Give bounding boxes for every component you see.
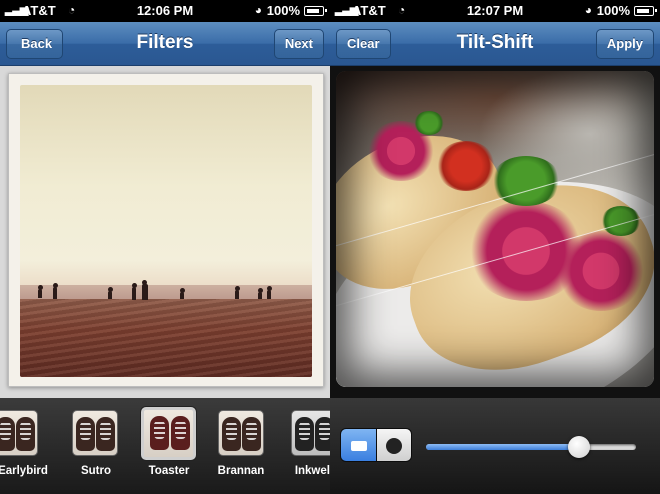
status-bar: ▂▃▅ AT&T ◔ 12:07 PM ◕ 100% (330, 0, 660, 22)
apply-button[interactable]: Apply (595, 29, 654, 59)
next-button[interactable]: Next (273, 29, 324, 59)
filter-thumb-brannan[interactable] (218, 410, 264, 456)
battery-percent: 100% (266, 3, 300, 18)
blur-slider[interactable] (426, 436, 636, 458)
filters-screen: ▂▃▅ AT&T ◔ 12:06 PM ◕ 100% Back Filters … (0, 0, 330, 494)
photo-person (37, 285, 43, 298)
filter-thumb-inkwell[interactable] (291, 410, 330, 456)
filter-thumb-sutro[interactable] (72, 410, 118, 456)
filter-thumb-toaster[interactable] (141, 407, 196, 460)
rotation-lock-icon: ◕ (254, 3, 262, 17)
tilt-mode-toggle[interactable] (340, 428, 412, 462)
nav-bar: Clear Tilt-Shift Apply (330, 22, 660, 66)
photo-person (179, 288, 185, 299)
filter-label: Brannan (217, 465, 265, 477)
photo-person (141, 280, 148, 300)
filter-thumb-earlybird[interactable] (0, 410, 38, 456)
filter-strip[interactable]: Earlybird Sutro Toaster Brannan Inkwell (0, 398, 330, 494)
photo-person (266, 286, 272, 299)
status-bar: ▂▃▅ AT&T ◔ 12:06 PM ◕ 100% (0, 0, 330, 22)
beach-photo (20, 85, 312, 377)
photo-person (107, 287, 113, 299)
filter-label: Sutro (80, 465, 112, 477)
tacos-photo[interactable] (336, 71, 654, 387)
tilt-controls (330, 398, 660, 494)
photo-sand (20, 299, 312, 377)
filter-label: Toaster (148, 465, 190, 477)
filter-label: Inkwell (294, 465, 330, 477)
battery-percent: 100% (596, 3, 630, 18)
photo-person (131, 283, 137, 300)
photo-person (52, 283, 58, 299)
tilt-shift-screen: ▂▃▅ AT&T ◔ 12:07 PM ◕ 100% Clear Tilt-Sh… (330, 0, 660, 494)
battery-icon (304, 6, 327, 16)
battery-icon (634, 6, 657, 16)
photo-person (234, 286, 240, 299)
photo-preview-frame (8, 73, 324, 387)
filter-label: Earlybird (0, 465, 48, 477)
photo-vignette (336, 71, 654, 387)
radial-tilt-icon[interactable] (376, 429, 411, 461)
slider-knob[interactable] (568, 436, 591, 458)
nav-bar: Back Filters Next (0, 22, 330, 66)
photo-person (257, 288, 263, 299)
linear-tilt-icon[interactable] (341, 429, 376, 461)
slider-fill (426, 444, 580, 450)
rotation-lock-icon: ◕ (584, 3, 592, 17)
